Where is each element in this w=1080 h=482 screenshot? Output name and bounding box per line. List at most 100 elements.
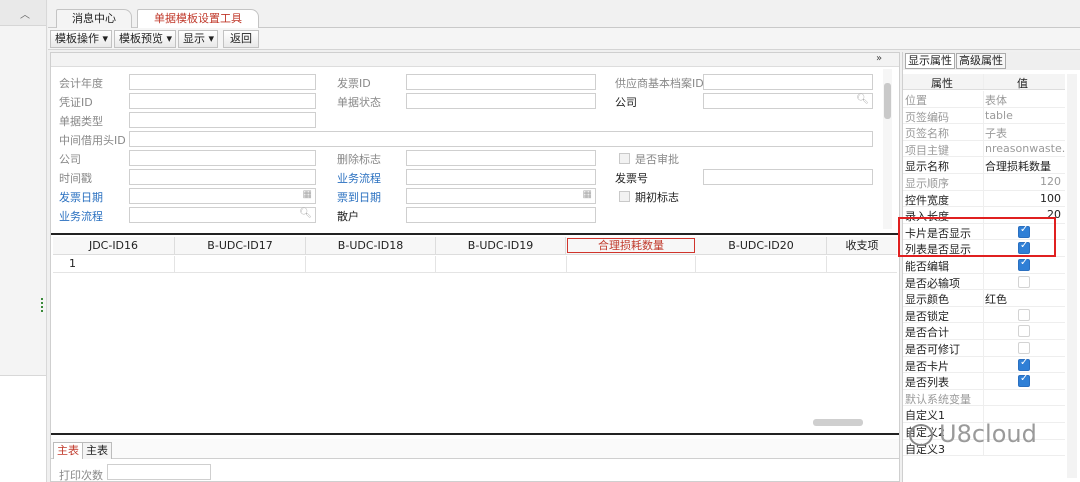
tab-message-center[interactable]: 消息中心 bbox=[56, 9, 132, 28]
property-row[interactable]: 是否列表 bbox=[903, 373, 1065, 390]
label-invoice-id: 发票ID bbox=[337, 77, 371, 90]
grid-column-header[interactable]: B-UDC-ID17 bbox=[175, 237, 306, 255]
field-invoice-id[interactable] bbox=[406, 74, 596, 90]
property-row[interactable]: 默认系统变量 bbox=[903, 389, 1065, 407]
grid-cell[interactable] bbox=[696, 256, 827, 273]
search-icon[interactable]: 🔍︎ bbox=[856, 94, 869, 105]
property-row[interactable]: 项目主键 nreasonwaste... bbox=[903, 140, 1065, 158]
tab-main-table[interactable]: 主表 bbox=[53, 442, 83, 459]
template-ops-dropdown[interactable]: 模板操作 ▾ bbox=[50, 30, 112, 48]
label-business-flow: 业务流程 bbox=[337, 172, 381, 185]
property-row[interactable]: 位置 表体 bbox=[903, 91, 1065, 108]
property-row[interactable]: 是否锁定 bbox=[903, 306, 1065, 324]
grid-column-header[interactable]: B-UDC-ID18 bbox=[306, 237, 436, 255]
property-value[interactable]: table bbox=[985, 109, 1065, 122]
tab-display-properties[interactable]: 显示属性 bbox=[905, 53, 955, 69]
property-row[interactable]: 显示名称 合理损耗数量 bbox=[903, 157, 1065, 174]
back-button[interactable]: 返回 bbox=[223, 30, 259, 48]
template-preview-dropdown[interactable]: 模板预览 ▾ bbox=[114, 30, 176, 48]
label-delete-flag: 删除标志 bbox=[337, 153, 381, 166]
property-value[interactable]: nreasonwaste... bbox=[985, 142, 1065, 155]
label-company-2: 公司 bbox=[59, 153, 81, 166]
property-name: 页签编码 bbox=[905, 110, 949, 124]
field-doc-status[interactable] bbox=[406, 93, 596, 109]
field-company-2[interactable] bbox=[129, 150, 316, 166]
search-icon[interactable]: 🔍︎ bbox=[299, 208, 312, 219]
header-vertical-scrollbar[interactable] bbox=[883, 69, 892, 229]
property-row[interactable]: 是否可修订 bbox=[903, 340, 1065, 357]
property-value[interactable]: 子表 bbox=[985, 125, 1065, 141]
resize-grip-icon[interactable] bbox=[41, 298, 43, 312]
field-supplier-id[interactable] bbox=[703, 74, 873, 90]
calendar-icon[interactable]: ▦ bbox=[303, 189, 312, 200]
property-row[interactable]: 是否合计 bbox=[903, 323, 1065, 340]
header-form: 会计年度 发票ID 供应商基本档案ID 凭证ID 单据状态 公司 🔍︎ 单据类型… bbox=[51, 69, 899, 231]
label-borrow-head-id: 中间借用头ID bbox=[59, 134, 126, 147]
grid-column-header[interactable]: B-UDC-ID20 bbox=[696, 237, 827, 255]
field-invoice-no[interactable] bbox=[703, 169, 873, 185]
property-checkbox[interactable] bbox=[1018, 275, 1030, 288]
grid-cell[interactable] bbox=[436, 256, 567, 273]
property-value[interactable]: 合理损耗数量 bbox=[985, 158, 1065, 174]
property-checkbox[interactable] bbox=[1018, 325, 1030, 338]
property-name: 显示颜色 bbox=[905, 293, 949, 307]
grid-cell[interactable] bbox=[306, 256, 436, 273]
field-accounting-year[interactable] bbox=[129, 74, 316, 90]
property-row[interactable]: 能否编辑 bbox=[903, 257, 1065, 274]
property-value[interactable]: 红色 bbox=[985, 291, 1065, 307]
field-print-count[interactable] bbox=[107, 464, 211, 480]
field-doc-type[interactable] bbox=[129, 112, 316, 128]
tab-advanced-properties[interactable]: 高级属性 bbox=[956, 53, 1006, 69]
field-retail[interactable] bbox=[406, 207, 596, 223]
collapse-chevron-icon[interactable]: ︿ bbox=[20, 6, 30, 21]
property-value[interactable]: 100 bbox=[985, 192, 1061, 205]
field-business-flow[interactable] bbox=[406, 169, 596, 185]
field-voucher-id[interactable] bbox=[129, 93, 316, 109]
property-row[interactable]: 控件宽度 100 bbox=[903, 190, 1065, 208]
property-name: 控件宽度 bbox=[905, 193, 949, 207]
property-checkbox[interactable] bbox=[1018, 308, 1030, 321]
grid-column-header[interactable]: 收支项 bbox=[827, 237, 897, 255]
grid-cell[interactable] bbox=[175, 256, 306, 273]
property-row[interactable]: 显示顺序 120 bbox=[903, 174, 1065, 191]
property-checkbox[interactable] bbox=[1018, 342, 1030, 354]
table-row[interactable]: 1 bbox=[53, 256, 897, 273]
field-borrow-head-id[interactable] bbox=[129, 131, 873, 147]
property-row[interactable]: 是否必输项 bbox=[903, 273, 1065, 291]
property-checkbox[interactable] bbox=[1018, 373, 1030, 388]
grid-cell[interactable] bbox=[567, 256, 696, 273]
property-row[interactable]: 显示颜色 红色 bbox=[903, 290, 1065, 307]
tab-main-table-2[interactable]: 主表 bbox=[82, 442, 112, 459]
field-business-flow-2[interactable]: 🔍︎ bbox=[129, 207, 316, 223]
column-divider bbox=[983, 306, 984, 323]
property-grid-header: 属性 值 bbox=[903, 74, 1065, 90]
property-row[interactable]: 页签编码 table bbox=[903, 107, 1065, 125]
collapse-double-chevron-icon[interactable]: » bbox=[876, 53, 882, 64]
property-checkbox[interactable] bbox=[1018, 257, 1030, 271]
row-number: 1 bbox=[69, 257, 76, 270]
field-timestamp[interactable] bbox=[129, 169, 316, 185]
grid-cell[interactable] bbox=[89, 256, 175, 273]
checkbox-need-approve[interactable] bbox=[619, 153, 630, 164]
template-preview-label: 模板预览 bbox=[119, 32, 163, 45]
property-row[interactable]: 是否卡片 bbox=[903, 356, 1065, 374]
display-dropdown[interactable]: 显示 ▾ bbox=[178, 30, 218, 48]
grid-column-header[interactable]: B-UDC-ID19 bbox=[436, 237, 566, 255]
property-value[interactable]: 表体 bbox=[985, 92, 1065, 108]
column-divider bbox=[983, 340, 984, 356]
grid-column-header[interactable]: JDC-ID16 bbox=[53, 237, 175, 255]
field-invoice-date[interactable]: ▦ bbox=[129, 188, 316, 204]
property-value[interactable]: 120 bbox=[985, 175, 1061, 188]
scrollbar-thumb[interactable] bbox=[884, 83, 891, 119]
tab-template-tool[interactable]: 单据模板设置工具 bbox=[137, 9, 259, 29]
property-checkbox[interactable] bbox=[1018, 357, 1030, 371]
property-row[interactable]: 页签名称 子表 bbox=[903, 124, 1065, 141]
field-company[interactable]: 🔍︎ bbox=[703, 93, 873, 109]
horizontal-scrollbar-thumb[interactable] bbox=[813, 419, 863, 426]
label-doc-type: 单据类型 bbox=[59, 115, 103, 128]
field-arrive-date[interactable]: ▦ bbox=[406, 188, 596, 204]
grid-column-header-selected[interactable]: 合理损耗数量 bbox=[567, 238, 695, 253]
calendar-icon[interactable]: ▦ bbox=[583, 189, 592, 200]
checkbox-opening-flag[interactable] bbox=[619, 191, 630, 202]
field-delete-flag[interactable] bbox=[406, 150, 596, 166]
